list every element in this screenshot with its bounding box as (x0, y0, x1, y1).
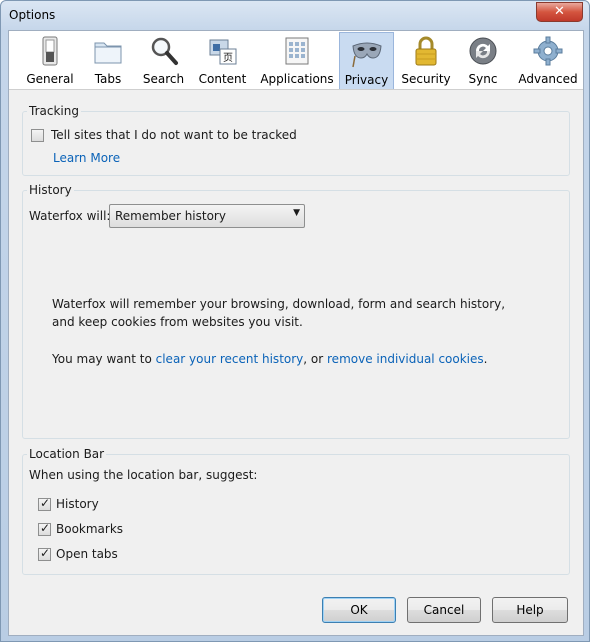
dnt-checkbox[interactable] (31, 129, 44, 142)
history-mode-dropdown[interactable]: Remember history ▼ (109, 204, 305, 228)
folder-tabs-icon (94, 42, 122, 64)
magnifier-icon (151, 37, 178, 65)
tab-label: Privacy (344, 73, 389, 87)
checkmark-icon: ✓ (40, 521, 51, 535)
tab-content[interactable]: 页 Content (194, 32, 251, 89)
suggest-open-tabs-label[interactable]: Open tabs (56, 547, 118, 561)
tab-security[interactable]: Security (398, 32, 454, 89)
applications-icon (285, 37, 309, 65)
title-bar[interactable]: Options ✕ (1, 1, 589, 31)
mask-icon (351, 42, 382, 68)
clear-history-link[interactable]: clear your recent history (156, 352, 304, 366)
history-description: Waterfox will remember your browsing, do… (52, 297, 506, 329)
window-title: Options (9, 8, 56, 22)
tab-search[interactable]: Search (136, 32, 191, 89)
category-toolbar: General Tabs Search 页 Content Applicatio… (9, 31, 583, 90)
tracking-title: Tracking (27, 104, 81, 118)
suggest-bookmarks-label[interactable]: Bookmarks (56, 522, 123, 536)
location-bar-title: Location Bar (27, 447, 107, 461)
checkmark-icon: ✓ (40, 496, 51, 510)
sync-icon (469, 37, 497, 65)
tab-label: Advanced (518, 72, 578, 86)
tab-label: Content (198, 72, 247, 86)
history-suggestion: You may want to clear your recent histor… (52, 352, 487, 366)
period-text: . (483, 352, 488, 366)
cancel-button[interactable]: Cancel (407, 597, 481, 623)
options-dialog: Options ✕ General Tabs Search 页 Content … (0, 0, 590, 642)
switch-icon (42, 36, 58, 66)
tab-tabs[interactable]: Tabs (82, 32, 134, 89)
tab-privacy[interactable]: Privacy (339, 32, 394, 89)
location-bar-subtitle: When using the location bar, suggest: (29, 468, 258, 482)
help-button[interactable]: Help (492, 597, 568, 623)
ok-button[interactable]: OK (322, 597, 396, 623)
suggest-open-tabs-checkbox[interactable]: ✓ (38, 546, 51, 561)
tracking-group (22, 111, 570, 176)
chevron-down-icon: ▼ (293, 208, 300, 218)
you-may-want-text: You may want to (52, 352, 152, 366)
suggest-history-checkbox[interactable]: ✓ (38, 496, 51, 511)
tab-applications[interactable]: Applications (257, 32, 337, 89)
gear-icon (533, 36, 563, 66)
tab-label: Security (401, 72, 451, 86)
remove-cookies-link[interactable]: remove individual cookies (327, 352, 484, 366)
history-mode-label: Waterfox will: (29, 209, 111, 223)
content-icon: 页 (209, 39, 236, 65)
history-mode-value: Remember history (115, 209, 226, 223)
learn-more-link[interactable]: Learn More (53, 151, 120, 165)
svg-text:页: 页 (223, 52, 233, 64)
tab-general[interactable]: General (19, 32, 81, 89)
checkmark-icon: ✓ (40, 546, 51, 560)
tab-label: Applications (260, 72, 334, 86)
suggest-bookmarks-checkbox[interactable]: ✓ (38, 521, 51, 536)
tab-label: General (26, 72, 74, 86)
tab-label: Sync (468, 72, 498, 86)
suggest-history-label[interactable]: History (56, 497, 99, 511)
tab-label: Tabs (94, 72, 122, 86)
close-button[interactable]: ✕ (536, 2, 583, 22)
tab-sync[interactable]: Sync (461, 32, 505, 89)
history-title: History (27, 183, 74, 197)
or-text: , or (303, 352, 324, 366)
tab-label: Search (142, 72, 185, 86)
tab-advanced[interactable]: Advanced (514, 32, 582, 89)
padlock-icon (415, 36, 437, 66)
dialog-body: General Tabs Search 页 Content Applicatio… (8, 30, 584, 636)
dnt-label[interactable]: Tell sites that I do not want to be trac… (51, 128, 297, 142)
